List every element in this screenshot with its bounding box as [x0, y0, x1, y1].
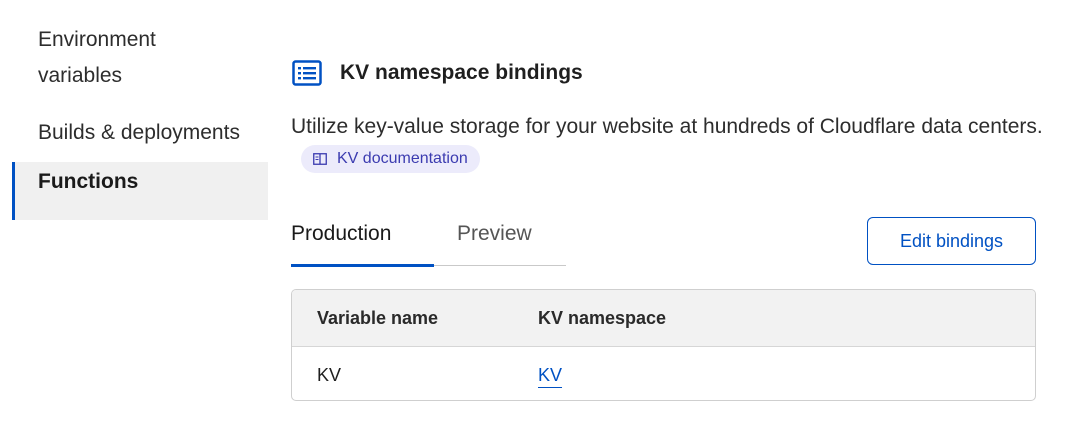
bindings-table: Variable name KV namespace KV KV — [291, 289, 1036, 401]
variable-name-cell: KV — [317, 365, 342, 385]
sidebar-item-functions[interactable]: Functions — [12, 162, 268, 220]
sidebar-item-label: Functions — [38, 170, 139, 193]
book-icon — [313, 153, 327, 166]
doc-link-label: KV documentation — [337, 150, 468, 168]
edit-bindings-button[interactable]: Edit bindings — [867, 217, 1036, 265]
table-header: Variable name KV namespace — [292, 290, 1035, 347]
section-description: Utilize key-value storage for your websi… — [291, 110, 1051, 178]
section-title: KV namespace bindings — [340, 61, 583, 84]
section-header: KV namespace bindings — [292, 60, 583, 86]
column-header-kv-namespace: KV namespace — [538, 308, 667, 328]
sidebar-item-builds-deployments[interactable]: Builds & deployments — [12, 115, 268, 151]
list-icon — [292, 60, 322, 86]
description-text: Utilize key-value storage for your websi… — [291, 115, 1043, 138]
tab-production[interactable]: Production — [291, 220, 391, 248]
tab-preview[interactable]: Preview — [457, 220, 532, 248]
sidebar-item-label: Environment — [38, 28, 156, 51]
kv-documentation-link[interactable]: KV documentation — [301, 145, 480, 174]
environment-tabs: Production Preview — [291, 220, 566, 267]
sidebar-item-label: Builds & deployments — [38, 121, 240, 144]
column-header-variable-name: Variable name — [317, 308, 439, 328]
sidebar-item-label: variables — [38, 64, 123, 87]
kv-namespace-link[interactable]: KV — [538, 347, 562, 400]
sidebar-item-environment-variables[interactable]: Environment variables — [12, 22, 268, 94]
table-row: KV KV — [292, 347, 1035, 400]
active-tab-indicator — [291, 264, 434, 267]
